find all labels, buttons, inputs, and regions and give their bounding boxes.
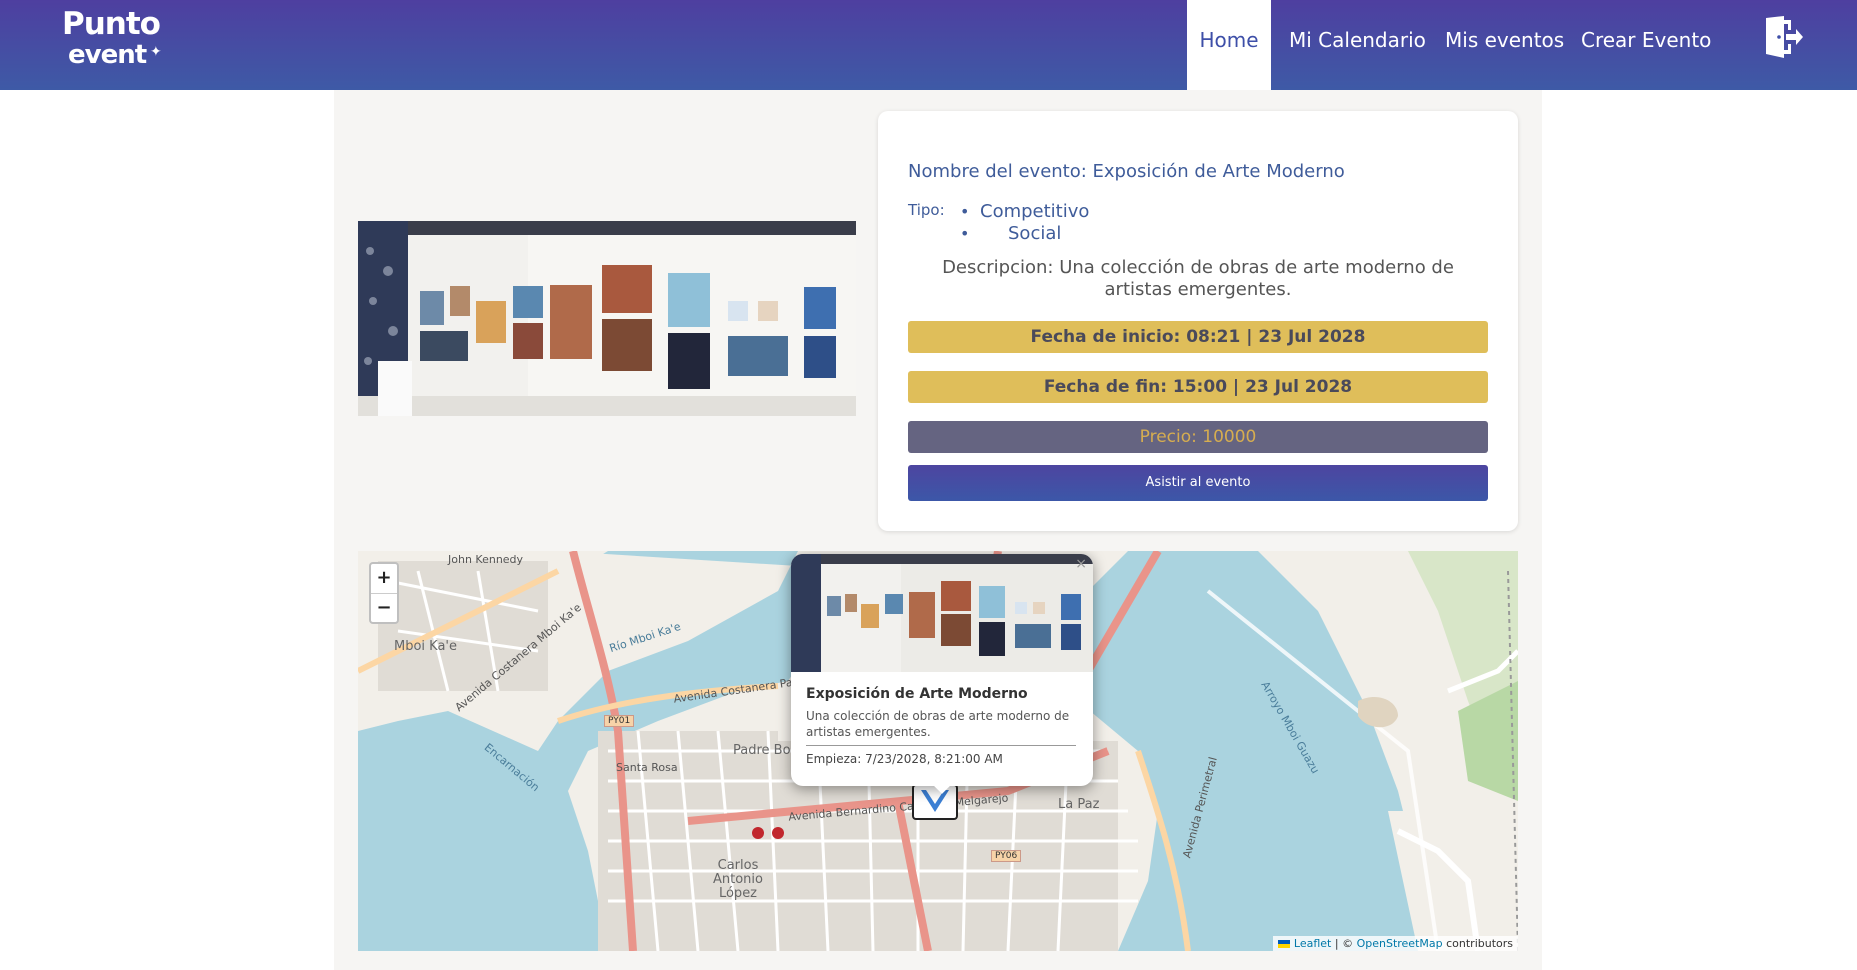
tipo-item: Competitivo — [960, 201, 1089, 223]
tipo-list: Competitivo Social — [960, 201, 1089, 245]
tipo-item: Social — [960, 223, 1089, 245]
event-popup: × Exposición de Arte Moderno Una colecci… — [791, 554, 1093, 786]
event-image — [358, 221, 856, 416]
navbar: Punto event ✦ Home Mi Calendario Mis eve… — [0, 0, 1857, 90]
nav-crear-evento[interactable]: Crear Evento — [1581, 0, 1711, 90]
attribution-contributors: contributors — [1442, 937, 1513, 950]
zoom-out-button[interactable]: − — [371, 593, 397, 622]
map-label: Santa Rosa — [616, 761, 678, 774]
popup-tip — [932, 784, 952, 796]
map-label: Mboi Ka'e — [394, 639, 458, 654]
nav-mis-eventos[interactable]: Mis eventos — [1445, 0, 1564, 90]
end-date-bar: Fecha de fin: 15:00 | 23 Jul 2028 — [908, 371, 1488, 403]
price-bar: Precio: 10000 — [908, 421, 1488, 453]
event-detail-panel: Nombre del evento: Exposición de Arte Mo… — [334, 90, 1542, 970]
leaflet-link[interactable]: Leaflet — [1294, 937, 1331, 950]
map-label: La Paz — [1058, 797, 1100, 812]
attend-event-button[interactable]: Asistir al evento — [908, 465, 1488, 501]
map-attribution: Leaflet | © OpenStreetMap contributors — [1273, 936, 1518, 951]
logo-line2: event — [68, 40, 147, 70]
map-label: Carlos Antonio López — [713, 858, 763, 901]
zoom-control: + − — [369, 562, 399, 624]
logo-line1: Punto — [62, 6, 161, 42]
map-label: John Kennedy — [448, 553, 524, 566]
logo-sparkle-icon: ✦ — [150, 44, 162, 60]
nav-home[interactable]: Home — [1187, 0, 1271, 90]
popup-start-date: Empieza: 7/23/2028, 8:21:00 AM — [806, 752, 1003, 766]
tipo-label: Tipo: — [908, 201, 945, 219]
event-map[interactable]: Mboi Ka'e Río Mboi Ka'e Avenida Costaner… — [358, 551, 1518, 951]
nav-mi-calendario[interactable]: Mi Calendario — [1289, 0, 1426, 90]
popup-title: Exposición de Arte Moderno — [806, 686, 1028, 702]
popup-close-button[interactable]: × — [1075, 556, 1087, 572]
leaflet-flag-icon — [1278, 940, 1291, 948]
attribution-separator: | © — [1331, 937, 1357, 950]
osm-link[interactable]: OpenStreetMap — [1357, 937, 1443, 950]
logout-door-icon[interactable] — [1762, 14, 1804, 60]
popup-divider — [806, 745, 1076, 746]
zoom-in-button[interactable]: + — [371, 564, 397, 593]
event-description: Descripcion: Una colección de obras de a… — [942, 257, 1454, 300]
route-shield: PY06 — [991, 850, 1022, 862]
app-logo[interactable]: Punto event ✦ — [62, 6, 167, 70]
route-shield: PY01 — [604, 715, 635, 727]
start-date-bar: Fecha de inicio: 08:21 | 23 Jul 2028 — [908, 321, 1488, 353]
popup-event-image — [791, 554, 1093, 672]
event-details-card: Nombre del evento: Exposición de Arte Mo… — [878, 111, 1518, 531]
popup-description: Una colección de obras de arte moderno d… — [806, 709, 1070, 739]
event-name: Nombre del evento: Exposición de Arte Mo… — [908, 161, 1345, 182]
